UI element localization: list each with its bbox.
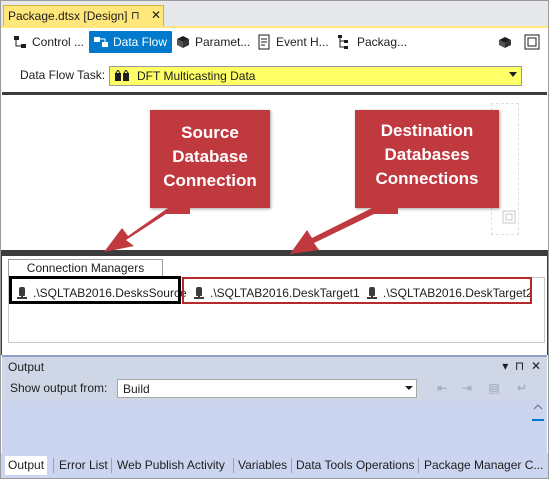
- tab-label: Packag...: [357, 35, 408, 49]
- pin-icon[interactable]: ⊓: [515, 359, 524, 373]
- tab-label: Event H...: [276, 35, 329, 49]
- chevron-down-icon[interactable]: [509, 72, 517, 77]
- tab-variables[interactable]: Variables: [235, 456, 290, 475]
- tab-label: Control ...: [32, 35, 85, 49]
- tab-control-flow[interactable]: Control ...: [8, 31, 84, 53]
- tab-web-publish-activity[interactable]: Web Publish Activity: [114, 456, 228, 475]
- word-wrap-icon[interactable]: ↵: [514, 380, 530, 396]
- close-icon[interactable]: ✕: [531, 359, 541, 373]
- data-flow-task-value: DFT Multicasting Data: [137, 69, 256, 83]
- show-output-from-select[interactable]: Build: [117, 379, 417, 398]
- data-flow-task-icon: [115, 69, 131, 85]
- pin-icon[interactable]: ⊓: [131, 9, 140, 22]
- tab-parameters[interactable]: Paramet...: [171, 31, 250, 53]
- tab-separator: [233, 458, 234, 473]
- tab-data-flow[interactable]: Data Flow: [89, 31, 173, 53]
- tab-package-manager-console[interactable]: Package Manager C...: [421, 456, 546, 475]
- goto-previous-icon[interactable]: ⇤: [434, 380, 450, 396]
- canvas-zoom-icon[interactable]: [502, 210, 516, 227]
- dropdown-icon[interactable]: ▾: [502, 359, 508, 373]
- close-icon[interactable]: ✕: [151, 8, 161, 22]
- data-flow-icon: [93, 34, 109, 50]
- tab-event-handlers[interactable]: Event H...: [252, 31, 329, 53]
- tool-window-tabs: Output Error List Web Publish Activity V…: [0, 453, 549, 479]
- data-flow-task-row: Data Flow Task: DFT Multicasting Data: [0, 56, 549, 92]
- tab-label: Paramet...: [195, 35, 251, 49]
- tab-separator: [111, 458, 112, 473]
- tab-package-explorer[interactable]: Packag...: [333, 31, 407, 53]
- data-flow-task-select[interactable]: DFT Multicasting Data: [109, 66, 522, 86]
- source-callout-line3: Connection: [163, 171, 257, 190]
- connection-managers-panel: Connection Managers .\SQLTAB2016.DesksSo…: [0, 256, 549, 355]
- document-tab[interactable]: Package.dtsx [Design] ⊓ ✕: [3, 5, 164, 27]
- show-output-from-value: Build: [123, 382, 150, 396]
- document-tab-strip: Package.dtsx [Design] ⊓ ✕: [0, 0, 549, 28]
- output-toolbar: Show output from: Build ⇤ ⇥ ▤ ↵: [2, 377, 547, 401]
- connection-managers-tab[interactable]: Connection Managers: [8, 259, 163, 277]
- output-scrollbar[interactable]: [532, 403, 544, 451]
- output-title-bar: Output ▾ ⊓ ✕: [2, 355, 547, 377]
- toolbox-icon[interactable]: [497, 34, 513, 53]
- source-callout-line2: Database: [172, 147, 248, 166]
- data-flow-task-label: Data Flow Task:: [20, 68, 106, 82]
- destination-callout: Destination Databases Connections: [355, 110, 499, 208]
- chevron-down-icon[interactable]: [405, 386, 413, 390]
- destination-callout-line1: Destination: [380, 121, 474, 140]
- zoom-icon[interactable]: [524, 34, 540, 53]
- package-explorer-icon: [337, 34, 353, 50]
- event-handlers-icon: [256, 34, 272, 50]
- output-title: Output: [8, 360, 45, 374]
- tab-output[interactable]: Output: [5, 456, 48, 475]
- destination-highlight-box: [182, 277, 532, 304]
- source-callout-line1: Source: [181, 123, 239, 142]
- tab-error-list[interactable]: Error List: [56, 456, 111, 475]
- show-output-from-label: Show output from:: [10, 381, 108, 395]
- goto-next-icon[interactable]: ⇥: [459, 380, 475, 396]
- source-highlight-box: [9, 276, 181, 304]
- destination-callout-line2: Databases: [384, 145, 470, 164]
- tab-data-tools-operations[interactable]: Data Tools Operations: [293, 456, 418, 475]
- tab-separator: [418, 458, 419, 473]
- destination-callout-line3: Connections: [375, 169, 479, 188]
- clear-all-icon[interactable]: ▤: [486, 380, 502, 396]
- parameters-icon: [175, 34, 191, 50]
- tab-label: Data Flow: [113, 35, 168, 49]
- tab-separator: [291, 458, 292, 473]
- designer-tab-bar: Control ... Data Flow Paramet... Event H…: [0, 28, 549, 56]
- control-flow-icon: [12, 34, 28, 50]
- source-callout: Source Database Connection: [150, 110, 270, 208]
- tab-separator: [53, 458, 54, 473]
- output-window-controls: ▾ ⊓ ✕: [502, 359, 541, 373]
- output-text-area[interactable]: [2, 401, 547, 453]
- document-tab-title: Package.dtsx [Design]: [8, 9, 128, 23]
